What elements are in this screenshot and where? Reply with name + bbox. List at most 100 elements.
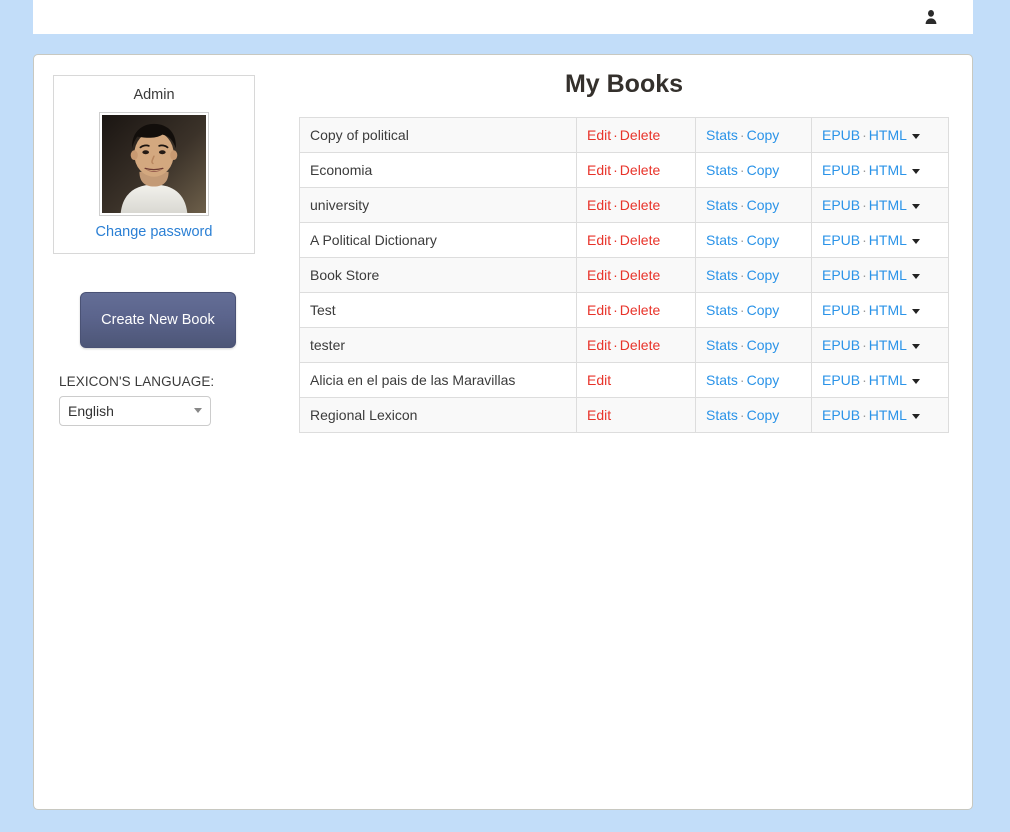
separator: ·: [613, 232, 618, 248]
html-link[interactable]: HTML: [869, 372, 907, 388]
copy-link[interactable]: Copy: [747, 337, 780, 353]
edit-link[interactable]: Edit: [587, 407, 611, 423]
separator: ·: [862, 197, 867, 213]
epub-link[interactable]: EPUB: [822, 127, 860, 143]
separator: ·: [862, 127, 867, 143]
delete-link[interactable]: Delete: [620, 197, 660, 213]
book-title-cell: university: [299, 187, 577, 223]
book-edit-cell: Edit · Delete: [576, 292, 696, 328]
delete-link[interactable]: Delete: [620, 337, 660, 353]
user-silhouette-icon[interactable]: [922, 8, 940, 26]
separator: ·: [739, 407, 745, 423]
lexicon-language-label: LEXICON'S LANGUAGE:: [59, 374, 215, 389]
book-title-cell: tester: [299, 327, 577, 363]
caret-down-icon[interactable]: [911, 378, 920, 384]
html-link[interactable]: HTML: [869, 127, 907, 143]
stats-link[interactable]: Stats: [706, 337, 738, 353]
book-format-cell: EPUB · HTML: [811, 327, 949, 363]
stats-link[interactable]: Stats: [706, 302, 738, 318]
caret-down-icon[interactable]: [911, 343, 920, 349]
epub-link[interactable]: EPUB: [822, 197, 860, 213]
copy-link[interactable]: Copy: [747, 302, 780, 318]
html-link[interactable]: HTML: [869, 232, 907, 248]
epub-link[interactable]: EPUB: [822, 232, 860, 248]
html-link[interactable]: HTML: [869, 267, 907, 283]
separator: ·: [862, 267, 867, 283]
books-table-body: Copy of political Edit · Delete Stats · Copy EP…: [299, 117, 949, 433]
caret-down-icon[interactable]: [911, 273, 920, 279]
create-new-book-button[interactable]: Create New Book: [80, 292, 236, 348]
caret-down-icon[interactable]: [911, 413, 920, 419]
edit-link[interactable]: Edit: [587, 162, 611, 178]
copy-link[interactable]: Copy: [747, 407, 780, 423]
book-title-cell: Alicia en el pais de las Maravillas: [299, 362, 577, 398]
caret-down-icon[interactable]: [911, 168, 920, 174]
book-format-cell: EPUB · HTML: [811, 397, 949, 433]
book-format-cell: EPUB · HTML: [811, 187, 949, 223]
edit-link[interactable]: Edit: [587, 197, 611, 213]
separator: ·: [862, 337, 867, 353]
delete-link[interactable]: Delete: [620, 302, 660, 318]
copy-link[interactable]: Copy: [747, 267, 780, 283]
copy-link[interactable]: Copy: [747, 232, 780, 248]
epub-link[interactable]: EPUB: [822, 407, 860, 423]
book-stats-cell: Stats · Copy: [695, 362, 812, 398]
edit-link[interactable]: Edit: [587, 232, 611, 248]
copy-link[interactable]: Copy: [747, 372, 780, 388]
stats-link[interactable]: Stats: [706, 127, 738, 143]
stats-link[interactable]: Stats: [706, 162, 738, 178]
delete-link[interactable]: Delete: [620, 232, 660, 248]
epub-link[interactable]: EPUB: [822, 337, 860, 353]
stats-link[interactable]: Stats: [706, 407, 738, 423]
copy-link[interactable]: Copy: [747, 127, 780, 143]
caret-down-icon[interactable]: [911, 308, 920, 314]
edit-link[interactable]: Edit: [587, 372, 611, 388]
caret-down-icon[interactable]: [911, 133, 920, 139]
separator: ·: [862, 162, 867, 178]
separator: ·: [613, 162, 618, 178]
edit-link[interactable]: Edit: [587, 267, 611, 283]
caret-down-icon[interactable]: [911, 238, 920, 244]
copy-link[interactable]: Copy: [747, 162, 780, 178]
copy-link[interactable]: Copy: [747, 197, 780, 213]
book-stats-cell: Stats · Copy: [695, 152, 812, 188]
book-format-cell: EPUB · HTML: [811, 292, 949, 328]
epub-link[interactable]: EPUB: [822, 372, 860, 388]
separator: ·: [739, 127, 745, 143]
edit-link[interactable]: Edit: [587, 127, 611, 143]
books-table: Copy of political Edit · Delete Stats · Copy EP…: [299, 117, 949, 433]
stats-link[interactable]: Stats: [706, 267, 738, 283]
edit-link[interactable]: Edit: [587, 302, 611, 318]
book-stats-cell: Stats · Copy: [695, 257, 812, 293]
table-row: Copy of political Edit · Delete Stats · Copy EP…: [299, 117, 949, 153]
delete-link[interactable]: Delete: [620, 127, 660, 143]
change-password-link[interactable]: Change password: [64, 223, 244, 241]
book-title-cell: Economia: [299, 152, 577, 188]
delete-link[interactable]: Delete: [620, 162, 660, 178]
stats-link[interactable]: Stats: [706, 232, 738, 248]
html-link[interactable]: HTML: [869, 197, 907, 213]
html-link[interactable]: HTML: [869, 302, 907, 318]
content-area: My Books Copy of political Edit · Delete Sta…: [299, 69, 949, 433]
lexicon-language-select[interactable]: English: [59, 396, 211, 426]
stats-link[interactable]: Stats: [706, 197, 738, 213]
separator: ·: [613, 197, 618, 213]
separator: ·: [862, 232, 867, 248]
separator: ·: [739, 197, 745, 213]
separator: ·: [739, 302, 745, 318]
table-row: Alicia en el pais de las Maravillas Edit S…: [299, 362, 949, 398]
epub-link[interactable]: EPUB: [822, 162, 860, 178]
epub-link[interactable]: EPUB: [822, 302, 860, 318]
book-edit-cell: Edit · Delete: [576, 257, 696, 293]
book-edit-cell: Edit · Delete: [576, 152, 696, 188]
caret-down-icon[interactable]: [911, 203, 920, 209]
separator: ·: [862, 407, 867, 423]
html-link[interactable]: HTML: [869, 337, 907, 353]
html-link[interactable]: HTML: [869, 162, 907, 178]
delete-link[interactable]: Delete: [620, 267, 660, 283]
html-link[interactable]: HTML: [869, 407, 907, 423]
stats-link[interactable]: Stats: [706, 372, 738, 388]
edit-link[interactable]: Edit: [587, 337, 611, 353]
book-stats-cell: Stats · Copy: [695, 397, 812, 433]
epub-link[interactable]: EPUB: [822, 267, 860, 283]
